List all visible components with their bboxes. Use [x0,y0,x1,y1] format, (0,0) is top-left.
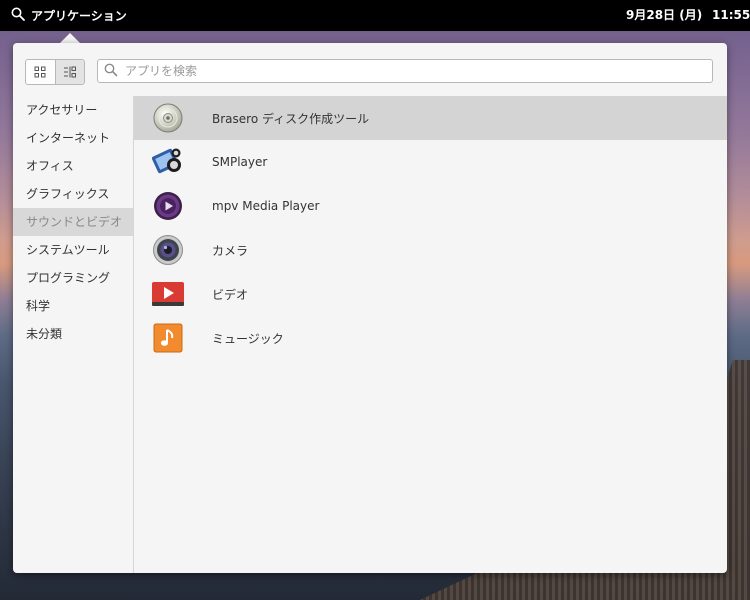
video-icon [151,277,185,311]
app-item-camera[interactable]: カメラ [134,228,727,272]
app-label-camera: カメラ [212,243,249,258]
category-sidebar: アクセサリー インターネット オフィス グラフィックス サウンドとビデオ システ… [13,96,134,573]
view-mode-switcher [25,59,85,85]
mpv-icon [151,189,185,223]
search-input[interactable] [123,63,687,79]
app-item-brasero[interactable]: Brasero ディスク作成ツール [134,96,727,140]
smplayer-icon [151,145,185,179]
category-office[interactable]: オフィス [13,152,133,180]
category-programming[interactable]: プログラミング [13,264,133,292]
app-label-mpv: mpv Media Player [212,199,320,213]
app-label-smplayer: SMPlayer [212,155,268,169]
category-graphics[interactable]: グラフィックス [13,180,133,208]
camera-icon [151,233,185,267]
app-item-smplayer[interactable]: SMPlayer [134,140,727,184]
app-label-video: ビデオ [212,287,249,302]
search-field[interactable] [97,59,713,83]
search-icon [11,7,25,24]
applications-menu-button[interactable]: アプリケーション [11,0,127,31]
popover-arrow [60,33,80,43]
category-system-tools[interactable]: システムツール [13,236,133,264]
panel-clock[interactable]: 11:55 [712,0,750,31]
category-science[interactable]: 科学 [13,292,133,320]
app-item-video[interactable]: ビデオ [134,272,727,316]
grid-icon [34,63,46,82]
app-item-music[interactable]: ミュージック [134,316,727,360]
app-label-brasero: Brasero ディスク作成ツール [212,111,370,126]
search-icon [104,62,118,81]
top-panel: アプリケーション 9月28日 (月) 11:55 [0,0,750,31]
app-item-mpv[interactable]: mpv Media Player [134,184,727,228]
panel-date[interactable]: 9月28日 (月) [626,0,702,31]
list-icon [63,63,77,82]
disc-icon [151,101,185,135]
category-accessories[interactable]: アクセサリー [13,96,133,124]
category-view-button[interactable] [54,60,84,84]
desktop: アプリケーション 9月28日 (月) 11:55 アプリを検索 アクセサリー イ… [0,0,750,600]
category-internet[interactable]: インターネット [13,124,133,152]
music-icon [151,321,185,355]
grid-view-button[interactable] [26,60,55,84]
applications-label: アプリケーション [31,9,127,23]
category-sound-video[interactable]: サウンドとビデオ [13,208,133,236]
app-launcher-popover: アクセサリー インターネット オフィス グラフィックス サウンドとビデオ システ… [13,43,727,573]
category-uncategorized[interactable]: 未分類 [13,320,133,348]
app-list: Brasero ディスク作成ツール SMPlayer mpv Media Pla… [134,96,727,573]
app-label-music: ミュージック [212,331,284,346]
